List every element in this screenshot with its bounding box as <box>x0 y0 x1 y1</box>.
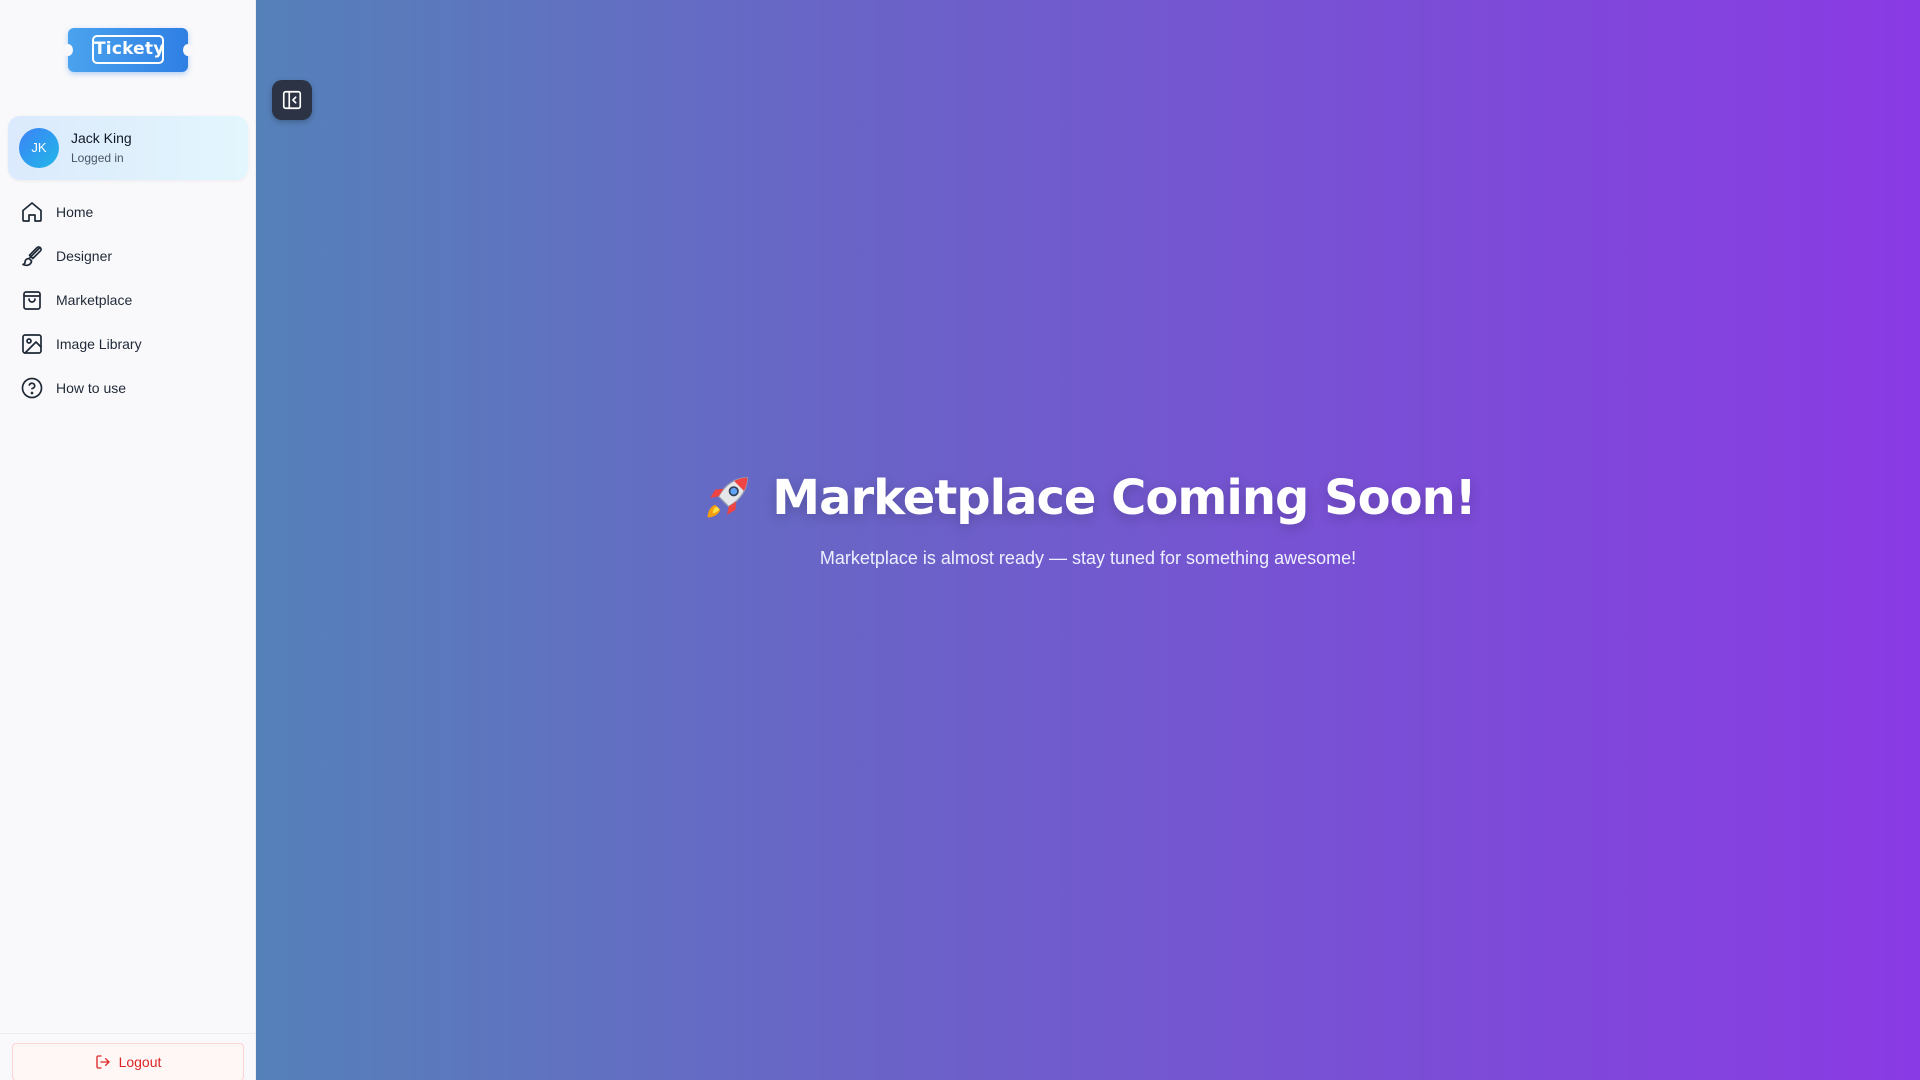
logo-text: Tickety <box>92 35 164 64</box>
sidebar-item-how-to-use[interactable]: How to use <box>0 366 256 410</box>
user-card[interactable]: JK Jack King Logged in <box>8 116 248 180</box>
page-title: Marketplace Coming Soon! <box>700 470 1477 526</box>
coming-soon-hero: Marketplace Coming Soon! Marketplace is … <box>256 470 1920 569</box>
sidebar-item-label: How to use <box>56 380 127 396</box>
sidebar-item-image-library[interactable]: Image Library <box>0 322 256 366</box>
page-subtitle: Marketplace is almost ready — stay tuned… <box>819 548 1357 568</box>
logout-button[interactable]: Logout <box>12 1043 244 1080</box>
home-icon <box>20 200 44 224</box>
page-title-text: Marketplace Coming Soon! <box>772 470 1476 526</box>
user-status: Logged in <box>71 151 124 165</box>
sidebar-toggle-button[interactable] <box>272 80 312 120</box>
logout-icon <box>95 1055 110 1069</box>
rocket-icon <box>700 471 754 525</box>
sidebar-item-label: Designer <box>56 248 113 264</box>
tickety-logo[interactable]: Tickety <box>63 28 193 72</box>
sidebar: Tickety JK Jack King Logged in Home Desi… <box>0 0 256 1080</box>
image-icon <box>20 332 44 356</box>
logout-label: Logout <box>118 1054 162 1070</box>
help-circle-icon <box>20 376 44 400</box>
sidebar-item-designer[interactable]: Designer <box>0 234 256 278</box>
shopping-bag-icon <box>20 288 44 312</box>
sidebar-collapse-icon <box>282 90 302 110</box>
avatar: JK <box>19 128 59 168</box>
sidebar-nav: Home Designer Marketplace Image Library … <box>0 190 256 410</box>
sidebar-item-marketplace[interactable]: Marketplace <box>0 278 256 322</box>
user-name: Jack King <box>71 130 132 146</box>
logout-section: Logout <box>0 1033 256 1080</box>
sidebar-item-label: Image Library <box>56 336 142 352</box>
main-content: Marketplace Coming Soon! Marketplace is … <box>256 0 1920 1080</box>
brush-icon <box>20 244 44 268</box>
sidebar-item-label: Home <box>56 204 94 220</box>
sidebar-item-home[interactable]: Home <box>0 190 256 234</box>
sidebar-item-label: Marketplace <box>56 292 133 308</box>
